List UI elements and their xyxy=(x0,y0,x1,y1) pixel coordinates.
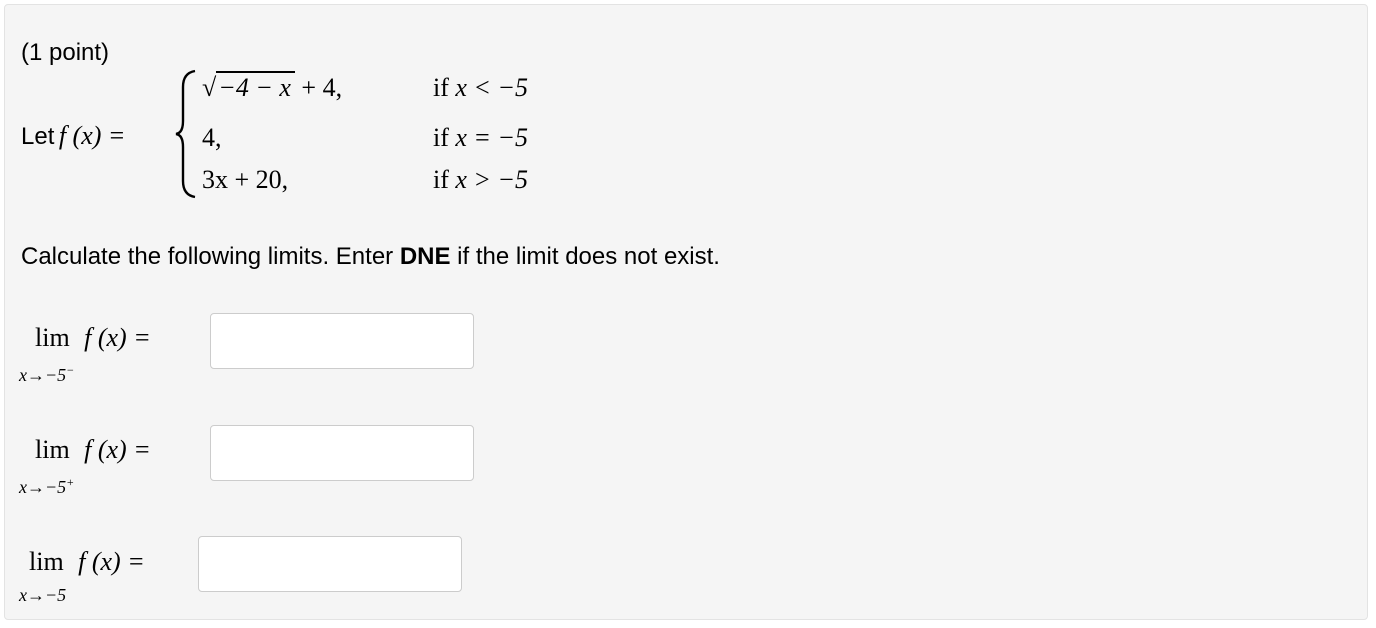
cond-if: if xyxy=(433,165,449,194)
limit-left-answer-input[interactable] xyxy=(210,313,474,369)
limit-right-answer-input[interactable] xyxy=(210,425,474,481)
limit-fx: f (x) = xyxy=(84,435,151,464)
fx-text: f (x) = xyxy=(58,121,126,150)
limit-1-subscript: x→−5− xyxy=(19,363,74,386)
cond-if: if xyxy=(433,123,449,152)
limit-2-subscript: x→−5+ xyxy=(19,475,74,498)
piece-1-condition: if x < −5 xyxy=(433,73,528,103)
limit-3-subscript: x→−5 xyxy=(19,583,66,606)
left-brace-icon xyxy=(175,69,196,199)
points-label: (1 point) xyxy=(21,39,110,66)
piece-2-expression: 4, xyxy=(202,123,222,152)
problem-panel: (1 point) Let f (x) = √−4 − x + 4, 4, 3x… xyxy=(4,4,1368,620)
let-text: Let xyxy=(21,123,55,150)
sub-sup: + xyxy=(66,475,75,489)
piece-3-condition: if x > −5 xyxy=(433,165,528,195)
limit-3-expression: lim f (x) = xyxy=(29,547,145,577)
limit-1-expression: lim f (x) = xyxy=(35,323,151,353)
piece-1-radicand: −4 − x xyxy=(216,71,295,102)
instructions-part-1: Calculate the following limits. Enter xyxy=(21,243,400,270)
sub-base: x→−5 xyxy=(19,477,67,497)
limit-fx: f (x) = xyxy=(78,547,145,576)
cond-if: if xyxy=(433,73,449,102)
cond-text: x = −5 xyxy=(455,123,529,152)
cond-text: x > −5 xyxy=(455,165,529,194)
piece-1-tail: + 4, xyxy=(301,73,343,102)
piece-2-condition: if x = −5 xyxy=(433,123,528,153)
sub-sup: − xyxy=(66,363,75,377)
instructions-part-2: if the limit does not exist. xyxy=(450,243,720,270)
limit-two-sided-answer-input[interactable] xyxy=(198,536,462,592)
sqrt-icon: √ xyxy=(202,73,217,102)
sub-base: x→−5 xyxy=(19,365,67,385)
piece-3-expression: 3x + 20, xyxy=(202,165,289,194)
instructions-text: Calculate the following limits. Enter DN… xyxy=(21,243,720,271)
piece-1-expression: √−4 − x + 4, xyxy=(202,71,343,103)
instructions-bold: DNE xyxy=(399,243,451,270)
limit-2-expression: lim f (x) = xyxy=(35,435,151,465)
function-definition-label: Let f (x) = xyxy=(21,121,125,151)
sub-base: x→−5 xyxy=(19,585,67,605)
cond-text: x < −5 xyxy=(455,73,529,102)
lim-text: lim xyxy=(35,435,70,464)
lim-text: lim xyxy=(35,323,70,352)
limit-fx: f (x) = xyxy=(84,323,151,352)
lim-text: lim xyxy=(29,547,64,576)
